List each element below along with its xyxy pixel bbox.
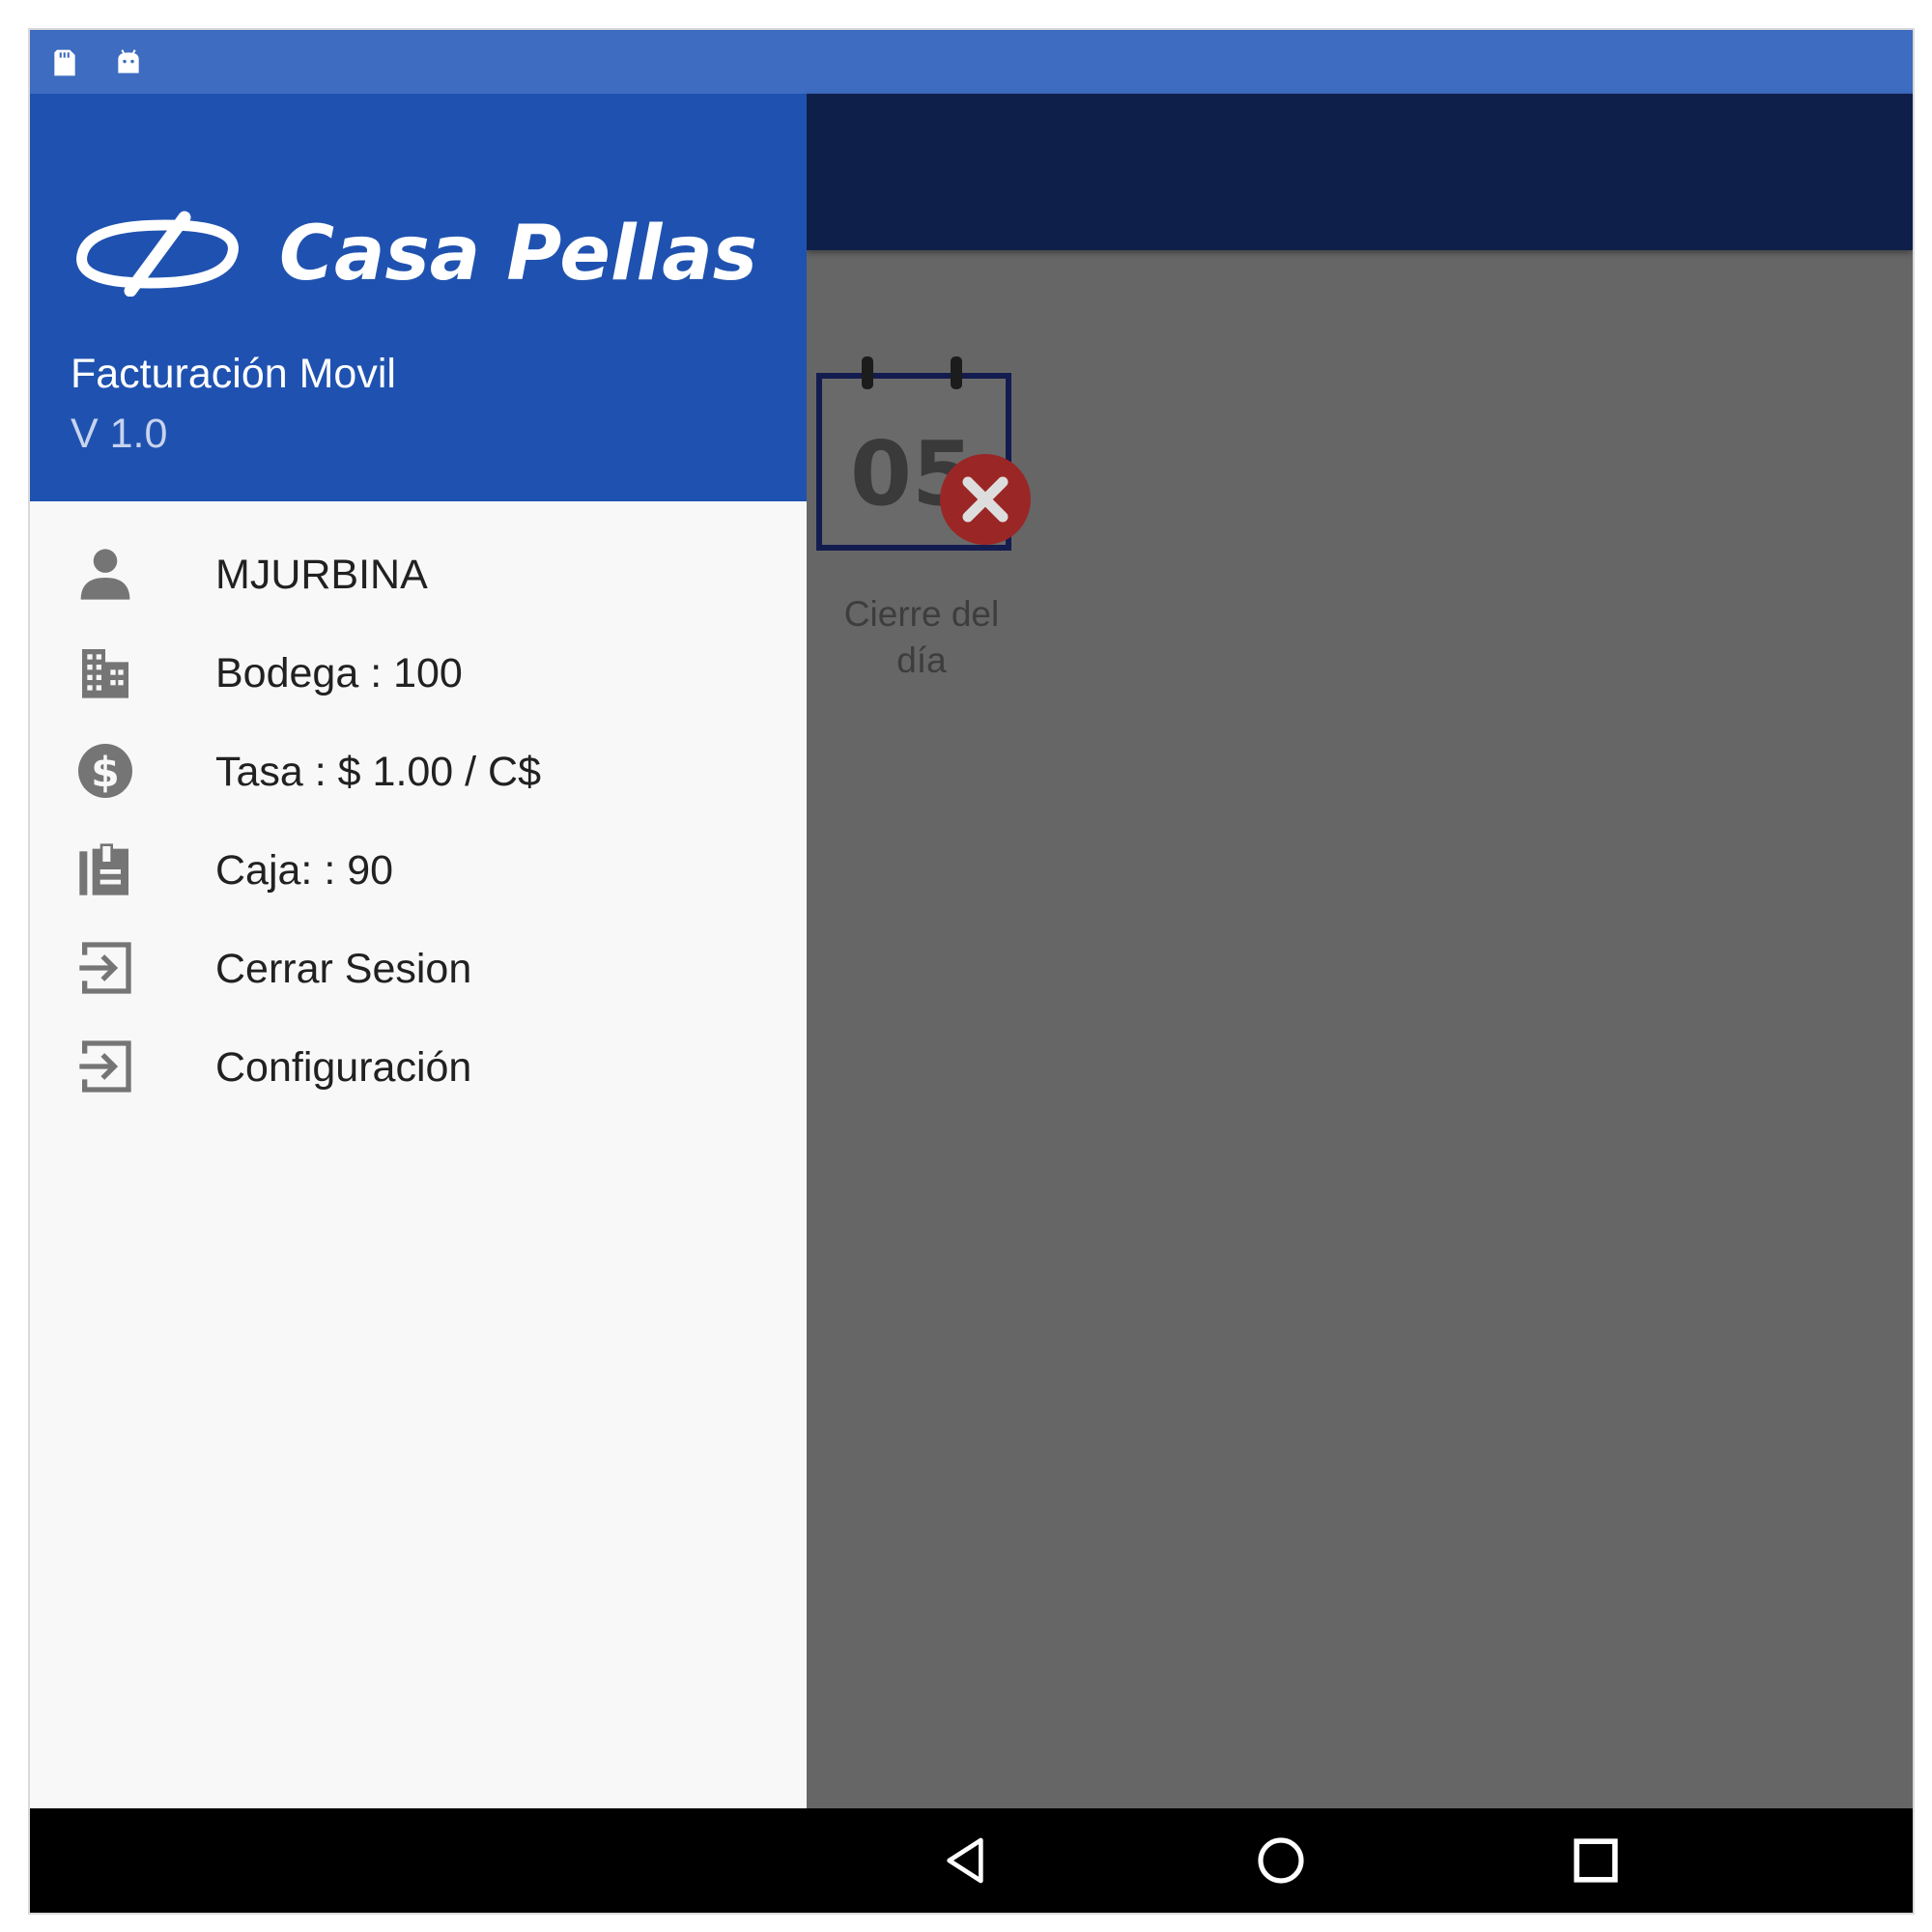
logout-icon <box>79 1040 131 1093</box>
system-nav-bar <box>30 1808 1913 1913</box>
tile-label-line2: día <box>896 640 947 680</box>
menu-item-cerrar-sesion[interactable]: Cerrar Sesion <box>30 921 807 1019</box>
menu-item-user[interactable]: MJURBINA <box>30 526 807 625</box>
drawer-menu: MJURBINA Bodega : 100 $ Tasa: $ 1.00 / … <box>30 526 807 1118</box>
app-name: Facturación Movil <box>71 351 396 397</box>
menu-item-tasa[interactable]: $ Tasa : $ 1.00 / C$ <box>30 724 807 822</box>
menu-label-bodega: Bodega : 100 <box>215 650 463 696</box>
building-icon <box>82 649 128 698</box>
sd-card-icon <box>54 49 75 76</box>
casa-pellas-logo: Casa Pellas <box>76 211 757 297</box>
app-toolbar <box>807 94 1913 250</box>
navigation-drawer: Casa Pellas Facturación Movil V 1.0 MJUR… <box>30 94 807 1808</box>
drawer-header: Casa Pellas Facturación Movil V 1.0 <box>30 94 807 501</box>
tile-label-line1: Cierre del <box>843 594 1000 634</box>
tile-label: Cierre del día <box>815 591 1028 684</box>
menu-item-caja[interactable]: Caja: : 90 <box>30 822 807 921</box>
svg-text:$: $ <box>91 749 120 797</box>
menu-label-user: MJURBINA <box>215 552 428 598</box>
brand-text: Casa Pellas <box>279 211 757 297</box>
status-bar <box>30 30 1913 94</box>
person-icon <box>80 549 130 600</box>
home-icon[interactable] <box>1254 1833 1308 1888</box>
clipboard-icon <box>79 843 128 895</box>
android-icon <box>118 49 139 73</box>
logout-icon <box>79 942 131 994</box>
device-screen: 05 Cierre del día Casa Pellas Facturació… <box>30 30 1913 1913</box>
back-icon[interactable] <box>938 1833 992 1888</box>
menu-item-configuracion[interactable]: Configuración <box>30 1019 807 1118</box>
app-version: V 1.0 <box>71 411 168 457</box>
menu-label-tasa: Tasa : $ 1.00 / C$ <box>215 749 542 795</box>
menu-item-bodega[interactable]: Bodega : 100 <box>30 625 807 724</box>
calendar-close-icon: 05 <box>816 356 1031 551</box>
cierre-del-dia-tile[interactable]: 05 Cierre del día <box>815 355 1036 722</box>
menu-label-configuracion: Configuración <box>215 1044 472 1091</box>
menu-label-cerrar-sesion: Cerrar Sesion <box>215 946 472 992</box>
recents-icon[interactable] <box>1569 1833 1623 1888</box>
menu-label-caja: Caja: : 90 <box>215 847 394 894</box>
main-content: 05 Cierre del día <box>807 94 1913 1808</box>
dollar-icon: $ <box>78 744 132 798</box>
